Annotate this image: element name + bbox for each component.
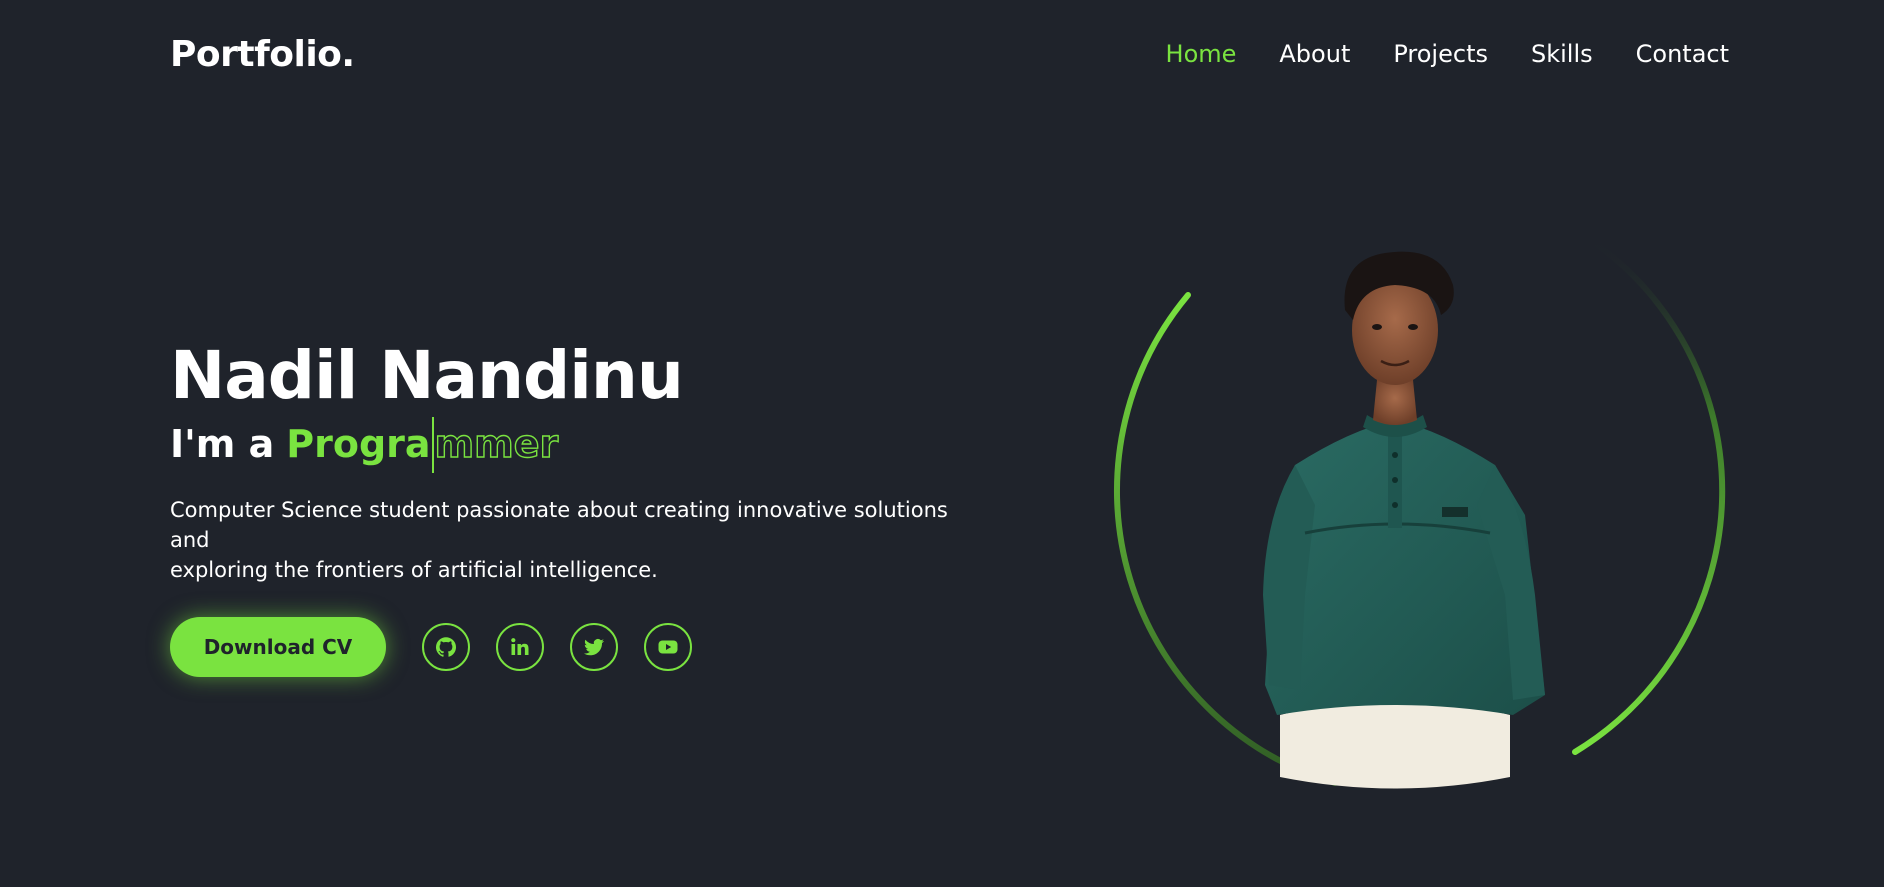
role-outline-text: mmer xyxy=(434,421,559,466)
hero-section: Nadil Nandinu I'm a Progra mmer Computer… xyxy=(170,337,990,677)
github-icon xyxy=(435,636,456,657)
hero-name: Nadil Nandinu xyxy=(170,337,684,414)
nav-projects[interactable]: Projects xyxy=(1393,40,1488,68)
nav-skills[interactable]: Skills xyxy=(1531,40,1593,68)
main-nav: Home About Projects Skills Contact xyxy=(1166,40,1729,68)
linkedin-link[interactable] xyxy=(496,622,544,671)
hero-actions: Download CV xyxy=(170,616,990,677)
social-links xyxy=(422,622,692,671)
role-typed-text: Progra xyxy=(286,421,431,466)
linkedin-icon xyxy=(511,637,529,655)
nav-contact[interactable]: Contact xyxy=(1636,40,1729,68)
profile-photo xyxy=(1263,251,1545,789)
site-logo[interactable]: Portfolio. xyxy=(170,34,355,75)
nav-about[interactable]: About xyxy=(1279,40,1350,68)
description-line-1: Computer Science student passionate abou… xyxy=(170,497,948,552)
youtube-link[interactable] xyxy=(644,622,692,671)
portfolio-page: Portfolio. Home About Projects Skills Co… xyxy=(0,0,1884,887)
role-line: I'm a Progra mmer xyxy=(170,416,990,473)
github-link[interactable] xyxy=(422,622,470,671)
twitter-icon xyxy=(584,638,604,655)
site-header: Portfolio. Home About Projects Skills Co… xyxy=(170,26,1729,82)
role-prefix: I'm a xyxy=(170,421,275,466)
hero-description: Computer Science student passionate abou… xyxy=(170,495,970,585)
youtube-icon xyxy=(658,640,678,654)
portrait-section xyxy=(1105,215,1735,815)
typing-cursor xyxy=(431,416,434,473)
nav-home[interactable]: Home xyxy=(1166,40,1237,68)
description-line-2: exploring the frontiers of artificial in… xyxy=(170,557,658,582)
download-cv-button[interactable]: Download CV xyxy=(170,616,386,677)
twitter-link[interactable] xyxy=(570,622,618,671)
